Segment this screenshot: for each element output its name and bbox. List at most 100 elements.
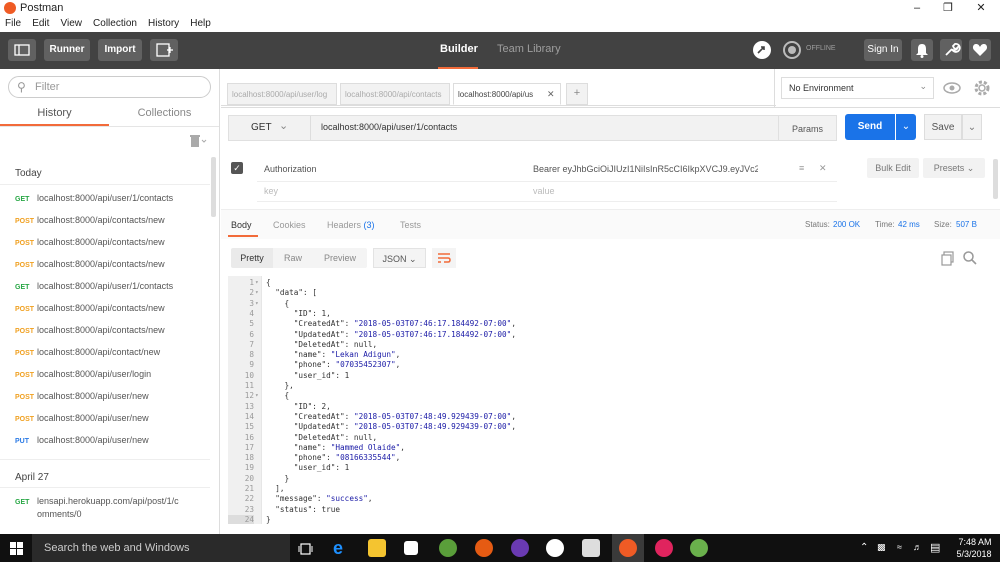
save-dropdown-button[interactable]: ⌄ <box>962 114 982 140</box>
history-item[interactable]: GET lensapi.herokuapp.com/api/post/1/c <box>15 496 205 506</box>
response-body-editor[interactable]: 1 ▾{2 ▾ "data": [3 ▾ {4 "ID": 1, 5 "CreatedA… <box>228 276 988 526</box>
trash-icon[interactable] <box>188 134 208 148</box>
maximize-button[interactable]: ❐ <box>933 0 963 16</box>
history-item[interactable]: GET localhost:8000/api/user/1/contacts <box>15 281 205 291</box>
file-explorer-icon[interactable] <box>368 539 386 557</box>
history-item[interactable]: POST localhost:8000/api/contacts/new <box>15 259 205 269</box>
request-tab[interactable]: localhost:8000/api/contacts <box>340 83 450 105</box>
windows-start-icon[interactable] <box>10 542 24 556</box>
fold-toggle-icon[interactable]: ▾ <box>255 300 259 307</box>
remove-header-icon[interactable]: ✕ <box>819 163 827 174</box>
reorder-icon[interactable]: ≡ <box>799 163 804 173</box>
import-button[interactable]: Import <box>98 39 142 61</box>
edge-icon[interactable]: e <box>333 539 351 557</box>
history-item[interactable]: PUT localhost:8000/api/user/new <box>15 435 205 445</box>
history-item[interactable]: POST localhost:8000/api/contacts/new <box>15 237 205 247</box>
eye-icon[interactable] <box>942 79 962 97</box>
key-placeholder[interactable]: key <box>264 186 278 196</box>
environment-select[interactable]: No Environment ⌄ <box>781 77 934 99</box>
value-placeholder[interactable]: value <box>533 186 555 196</box>
tab-builder[interactable]: Builder <box>440 43 478 55</box>
tab-cookies[interactable]: Cookies <box>273 220 306 230</box>
bulk-edit-button[interactable]: Bulk Edit <box>867 158 919 178</box>
preview-button[interactable]: Preview <box>313 248 367 268</box>
send-button[interactable]: Send <box>845 114 895 140</box>
postman-taskbar-icon[interactable] <box>619 539 637 557</box>
chevron-up-icon[interactable]: ⌃ <box>860 542 868 553</box>
android-studio-icon[interactable] <box>439 539 457 557</box>
notifications-button[interactable] <box>911 39 933 61</box>
close-window-button[interactable]: ✕ <box>966 0 996 16</box>
close-tab-icon[interactable]: ✕ <box>547 89 555 100</box>
tab-body[interactable]: Body <box>231 220 252 230</box>
filter-input[interactable]: ⚲ Filter <box>8 76 211 98</box>
request-tab-active[interactable]: localhost:8000/api/us <box>453 83 561 105</box>
flickr-icon[interactable] <box>655 539 673 557</box>
firefox-icon[interactable] <box>475 539 493 557</box>
history-item[interactable]: POST localhost:8000/api/user/login <box>15 369 205 379</box>
gear-icon[interactable] <box>972 78 992 98</box>
toggle-sidebar-button[interactable] <box>8 39 36 61</box>
paint-icon[interactable] <box>690 539 708 557</box>
slack-icon[interactable] <box>546 539 564 557</box>
menu-view[interactable]: View <box>60 16 82 31</box>
sidebar-scrollbar[interactable] <box>211 157 216 217</box>
raw-button[interactable]: Raw <box>273 248 313 268</box>
send-dropdown-button[interactable]: ⌄ <box>896 114 916 140</box>
menu-history[interactable]: History <box>148 16 179 31</box>
wrap-lines-button[interactable] <box>432 248 456 268</box>
tab-team-library[interactable]: Team Library <box>497 43 561 55</box>
new-tab-button[interactable] <box>150 39 178 61</box>
wifi-icon[interactable]: ≈ <box>897 542 902 552</box>
task-view-icon[interactable] <box>298 542 314 556</box>
fold-toggle-icon[interactable]: ▾ <box>255 279 259 286</box>
network-icon[interactable]: ▩ <box>877 542 886 553</box>
tab-headers[interactable]: Headers (3) <box>327 220 375 230</box>
action-center-icon[interactable]: ▤ <box>930 541 940 554</box>
taskbar-search[interactable]: Search the web and Windows <box>32 534 290 562</box>
minimize-button[interactable]: – <box>902 0 932 16</box>
history-item[interactable]: POST localhost:8000/api/contacts/new <box>15 303 205 313</box>
goland-icon[interactable] <box>511 539 529 557</box>
store-icon[interactable] <box>404 541 418 555</box>
runner-button[interactable]: Runner <box>44 39 90 61</box>
history-item[interactable]: POST localhost:8000/api/user/new <box>15 391 205 401</box>
presets-button[interactable]: Presets ⌄ <box>923 158 985 178</box>
clock-date[interactable]: 5/3/2018 <box>952 549 996 559</box>
tab-tests[interactable]: Tests <box>400 220 421 230</box>
clock-time[interactable]: 7:48 AM <box>955 537 995 547</box>
notepad-icon[interactable] <box>582 539 600 557</box>
history-item[interactable]: POST localhost:8000/api/user/new <box>15 413 205 423</box>
headers-scrollbar[interactable] <box>993 159 998 199</box>
add-tab-button[interactable]: + <box>566 83 588 105</box>
menu-file[interactable]: File <box>5 16 21 31</box>
params-button[interactable]: Params <box>778 115 837 141</box>
menu-collection[interactable]: Collection <box>93 16 137 31</box>
history-item[interactable]: POST localhost:8000/api/contact/new <box>15 347 205 357</box>
volume-icon[interactable]: ♬ <box>913 542 922 552</box>
fold-toggle-icon[interactable]: ▾ <box>255 289 259 296</box>
header-enabled-checkbox[interactable]: ✓ <box>231 162 243 174</box>
url-input[interactable]: localhost:8000/api/user/1/contacts <box>321 122 457 132</box>
settings-button[interactable] <box>940 39 962 61</box>
tab-collections[interactable]: Collections <box>110 107 219 119</box>
copy-icon[interactable] <box>940 250 956 266</box>
history-item[interactable]: GET localhost:8000/api/user/1/contacts <box>15 193 205 203</box>
sign-in-button[interactable]: Sign In <box>864 39 902 61</box>
header-value[interactable]: Bearer eyJhbGciOiJIUzI1NiIsInR5cCI6IkpXV… <box>533 164 758 174</box>
favorites-button[interactable] <box>969 39 991 61</box>
search-icon[interactable] <box>962 250 978 266</box>
header-key[interactable]: Authorization <box>264 164 317 174</box>
interceptor-icon[interactable] <box>752 40 772 60</box>
history-item[interactable]: POST localhost:8000/api/contacts/new <box>15 325 205 335</box>
format-select[interactable]: JSON ⌄ <box>373 248 426 268</box>
request-tab[interactable]: localhost:8000/api/user/log <box>227 83 337 105</box>
method-select[interactable]: GET ⌄ <box>229 116 311 140</box>
fold-toggle-icon[interactable]: ▾ <box>255 392 259 399</box>
save-button[interactable]: Save <box>924 114 962 140</box>
menu-help[interactable]: Help <box>190 16 211 31</box>
tab-history[interactable]: History <box>0 107 109 119</box>
menu-edit[interactable]: Edit <box>32 16 49 31</box>
history-item[interactable]: POST localhost:8000/api/contacts/new <box>15 215 205 225</box>
pretty-button[interactable]: Pretty <box>231 248 273 268</box>
